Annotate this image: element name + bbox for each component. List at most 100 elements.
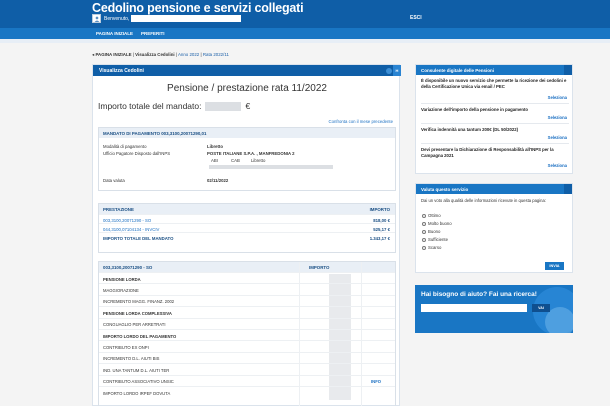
help-corner-badge[interactable]: H <box>393 65 401 76</box>
modality-label: Modalità di pagamento <box>103 144 147 149</box>
info-link[interactable]: INFO <box>371 379 381 384</box>
benefits-total-amount: 1.343,17 € <box>369 235 390 241</box>
site-title: Cedolino pensione e servizi collegati <box>92 1 304 15</box>
consultant-item-text: Devi presentare la Dichiarazione di Resp… <box>421 147 554 158</box>
bank-codes-redacted <box>209 165 333 169</box>
welcome-label: Benvenuto, <box>104 15 130 22</box>
total-currency: € <box>245 101 251 111</box>
user-icon <box>92 14 101 23</box>
detail-col-amount: IMPORTO <box>309 265 330 270</box>
detail-label: IMPORTO LORDO IRPEF DOVUTA <box>103 390 171 396</box>
panel-title: Visualizza Cedolini <box>99 68 144 74</box>
benefit-label[interactable]: 044,3100,07104134 - INVCIV <box>103 227 159 232</box>
rating-option-label: Buono <box>428 229 441 234</box>
digital-consultant-title: Consulente digitale delle Pensioni <box>416 65 572 75</box>
table-row-total: IMPORTO TOTALE DEL MANDATO 1.343,17 € <box>99 232 395 241</box>
table-row[interactable]: 044,3100,07104134 - INVCIV 525,17 € <box>99 223 395 232</box>
panel-corner <box>564 65 572 75</box>
modality-value: Libretto <box>207 144 223 149</box>
nav-home[interactable]: PAGINA INIZIALE <box>96 31 133 36</box>
help-search-button[interactable]: VAI <box>532 304 550 312</box>
cedolini-panel: Visualizza Cedolini H Pensione / prestaz… <box>92 64 401 406</box>
benefits-header: PRESTAZIONE IMPORTO <box>99 204 395 214</box>
consultant-item-text: È disponibile un nuovo servizio che perm… <box>421 78 567 89</box>
booklet-label: Libretto <box>251 158 266 163</box>
benefits-col-amount: IMPORTO <box>369 207 390 212</box>
consultant-item-text: Verifica indennità una tantum 200€ (DL 5… <box>421 127 519 132</box>
office-label: Ufficio Pagatore Disposto dall'INPS <box>103 151 171 156</box>
digital-consultant-title-text: Consulente digitale delle Pensioni <box>421 68 495 73</box>
divider <box>421 143 569 144</box>
benefits-table: PRESTAZIONE IMPORTO 003,3100,20071290 - … <box>98 203 396 253</box>
table-row: CONTRIBUTO EX ONPI <box>99 340 395 351</box>
detail-label: PENSIONE LORDA COMPLESSIVA <box>103 310 172 316</box>
table-row: INCREMENTO MAGG. FINANZ. 2002 <box>99 294 395 306</box>
detail-label: PENSIONE LORDA <box>103 276 141 282</box>
detail-col-label: 003,3100,20071290 - SO <box>103 265 153 270</box>
consultant-select-link[interactable]: Seleziona <box>548 115 567 120</box>
cab-label: CAB <box>231 158 240 163</box>
rating-option[interactable]: Buono <box>422 229 440 234</box>
table-row: IMPORTO LORDO DEL PAGAMENTO <box>99 329 395 340</box>
table-row: CONTRIBUTO ASSOCIATIVO UNSIC INFO <box>99 374 395 386</box>
total-value-redacted <box>205 101 242 111</box>
detail-header: 003,3100,20071290 - SO IMPORTO <box>99 262 395 272</box>
consultant-item-text: Variazione dell'importo della pensione i… <box>421 107 529 112</box>
rating-option[interactable]: Ottimo <box>422 213 441 218</box>
breadcrumb-arrow-icon: ◂ <box>92 52 95 57</box>
breadcrumb-home[interactable]: PAGINA INIZIALE <box>95 52 131 57</box>
benefit-label[interactable]: 003,3100,20071290 - SO <box>103 218 151 223</box>
table-row: PENSIONE LORDA COMPLESSIVA <box>99 306 395 317</box>
breadcrumb-cedolini[interactable]: Visualizza Cedolini <box>135 52 174 57</box>
rating-option-label: Ottimo <box>428 213 441 218</box>
radio-icon[interactable] <box>422 237 426 242</box>
panel-corner <box>564 184 572 194</box>
rating-option[interactable]: Scarso <box>422 245 441 250</box>
send-rating-button[interactable]: INVIA <box>545 262 564 270</box>
help-search-input[interactable] <box>421 304 527 312</box>
breadcrumb: ◂ PAGINA INIZIALE | Visualizza Cedolini … <box>92 52 229 58</box>
radio-icon[interactable] <box>422 229 426 234</box>
detail-label: INCREMENTO D.L. AIUTI BIS <box>103 356 160 362</box>
rating-option-label: Sufficiente <box>428 237 448 242</box>
gear-icon[interactable] <box>386 68 392 74</box>
consultant-select-link[interactable]: Seleziona <box>548 95 567 100</box>
detail-label: IMPORTO LORDO DEL PAGAMENTO <box>103 333 177 339</box>
detail-label: INCREMENTO MAGG. FINANZ. 2002 <box>103 299 175 305</box>
value-date-label: Data valuta <box>103 178 125 183</box>
survey-question: Dai un voto alla qualità delle informazi… <box>421 198 547 203</box>
table-row[interactable]: 003,3100,20071290 - SO 818,00 € <box>99 214 395 223</box>
benefit-amount: 818,00 € <box>373 217 390 223</box>
table-row: IND. UNA TANTUM D.L. AIUTI TER <box>99 363 395 374</box>
detail-label: CONGUAGLIO PER ARRETRATI <box>103 322 166 328</box>
consultant-select-link[interactable]: Seleziona <box>548 135 567 140</box>
rating-option[interactable]: Molto buono <box>422 221 452 226</box>
help-search-panel: Hai bisogno di aiuto? Fai una ricerca! V… <box>415 285 573 333</box>
nav-stripe <box>0 39 610 43</box>
value-date: 02/11/2022 <box>207 178 229 183</box>
top-header: Cedolino pensione e servizi collegati Be… <box>0 0 610 28</box>
detail-label: MAGGIORAZIONE <box>103 287 139 293</box>
table-row: CONGUAGLIO PER ARRETRATI <box>99 317 395 329</box>
detail-label: CONTRIBUTO ASSOCIATIVO UNSIC <box>103 379 174 385</box>
table-row: INCREMENTO D.L. AIUTI BIS <box>99 351 395 363</box>
breadcrumb-year[interactable]: Anno 2022 <box>178 52 199 57</box>
radio-icon[interactable] <box>422 213 426 218</box>
breadcrumb-rate[interactable]: Rata 2022/11 <box>203 52 229 57</box>
consultant-select-link[interactable]: Seleziona <box>548 163 567 168</box>
benefits-col-label: PRESTAZIONE <box>103 207 134 212</box>
logout-link[interactable]: ESCI <box>410 15 422 21</box>
table-row: IMPORTO LORDO IRPEF DOVUTA <box>99 386 395 397</box>
digital-consultant-panel: Consulente digitale delle Pensioni È dis… <box>415 64 573 174</box>
nav-favorites[interactable]: PREFERITI <box>141 31 165 36</box>
office-value: POSTE ITALIANE S.P.A. , MANFREDONIA 2 <box>207 151 295 156</box>
table-row: MAGGIORAZIONE <box>99 283 395 294</box>
compare-previous-link[interactable]: Confronta con il mese precedente <box>329 119 394 124</box>
rating-option[interactable]: Sufficiente <box>422 237 448 242</box>
breadcrumb-sep: | <box>175 52 177 57</box>
user-name-redacted <box>131 15 242 22</box>
radio-icon[interactable] <box>422 245 426 250</box>
rating-option-label: Molto buono <box>428 221 452 226</box>
radio-icon[interactable] <box>422 221 426 226</box>
abi-label: ABI <box>211 158 218 163</box>
